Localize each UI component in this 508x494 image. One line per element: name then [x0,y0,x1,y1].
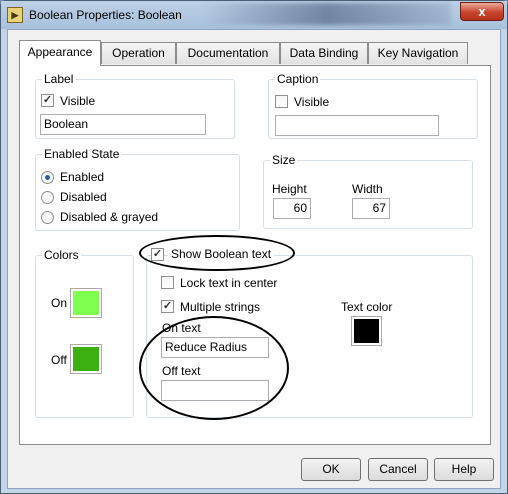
title-bar[interactable]: ▶ Boolean Properties: Boolean x [1,1,507,29]
tab-documentation[interactable]: Documentation [176,42,280,64]
caption-visible-checkbox[interactable] [275,95,288,108]
close-icon: x [478,4,486,19]
width-label: Width [352,182,383,196]
show-boolean-text-checkbox[interactable] [151,248,164,261]
appearance-panel: Label Visible Boolean Caption Visible En… [19,65,491,445]
tab-data-binding[interactable]: Data Binding [280,42,368,64]
multiple-strings-checkbox[interactable] [161,300,174,313]
radio-enabled[interactable] [41,171,54,184]
on-text-label: On text [162,321,201,335]
dialog-window: ▶ Boolean Properties: Boolean x Appearan… [0,0,508,494]
label-group-title: Label [42,72,76,86]
radio-disabled-grayed-label: Disabled & grayed [60,210,159,224]
dialog-client-area: Appearance Operation Documentation Data … [7,29,501,489]
height-field[interactable]: 60 [273,198,311,219]
tab-key-navigation[interactable]: Key Navigation [368,42,468,64]
text-color-swatch[interactable] [351,316,382,346]
size-group-title: Size [270,153,298,167]
show-boolean-text-label: Show Boolean text [168,247,275,261]
labview-vi-icon: ▶ [7,7,23,23]
cancel-button[interactable]: Cancel [368,458,428,481]
colors-group: Colors [35,248,134,418]
title-bar-background [201,3,451,25]
lock-text-center-label: Lock text in center [180,276,278,290]
lock-text-center-checkbox[interactable] [161,276,174,289]
ok-button[interactable]: OK [301,458,361,481]
on-color-swatch[interactable] [70,288,102,318]
caption-text-field[interactable] [275,115,439,136]
label-visible-checkbox[interactable] [41,94,54,107]
caption-visible-label: Visible [294,95,330,109]
label-text-field[interactable]: Boolean [40,114,206,135]
on-color-label: On [51,296,68,310]
text-color-fill [354,319,379,343]
text-color-label: Text color [341,300,393,314]
radio-enabled-label: Enabled [60,170,105,184]
colors-group-title: Colors [42,248,81,262]
width-field[interactable]: 67 [352,198,390,219]
on-color-fill [73,291,99,315]
off-text-field[interactable] [161,380,269,401]
label-visible-label: Visible [60,94,96,108]
radio-disabled-label: Disabled [60,190,107,204]
tab-appearance[interactable]: Appearance [19,40,101,66]
enabled-state-group-title: Enabled State [42,147,122,161]
caption-group-title: Caption [275,72,321,86]
off-text-label: Off text [162,364,201,378]
height-label: Height [272,182,307,196]
off-color-swatch[interactable] [70,344,102,374]
multiple-strings-label: Multiple strings [180,300,261,314]
radio-disabled[interactable] [41,191,54,204]
window-title: Boolean Properties: Boolean [29,8,182,22]
tab-operation[interactable]: Operation [101,42,176,64]
off-color-label: Off [51,353,67,367]
off-color-fill [73,347,99,371]
on-text-field[interactable]: Reduce Radius [161,337,269,358]
radio-disabled-grayed[interactable] [41,211,54,224]
close-button[interactable]: x [460,2,504,21]
help-button[interactable]: Help [434,458,494,481]
